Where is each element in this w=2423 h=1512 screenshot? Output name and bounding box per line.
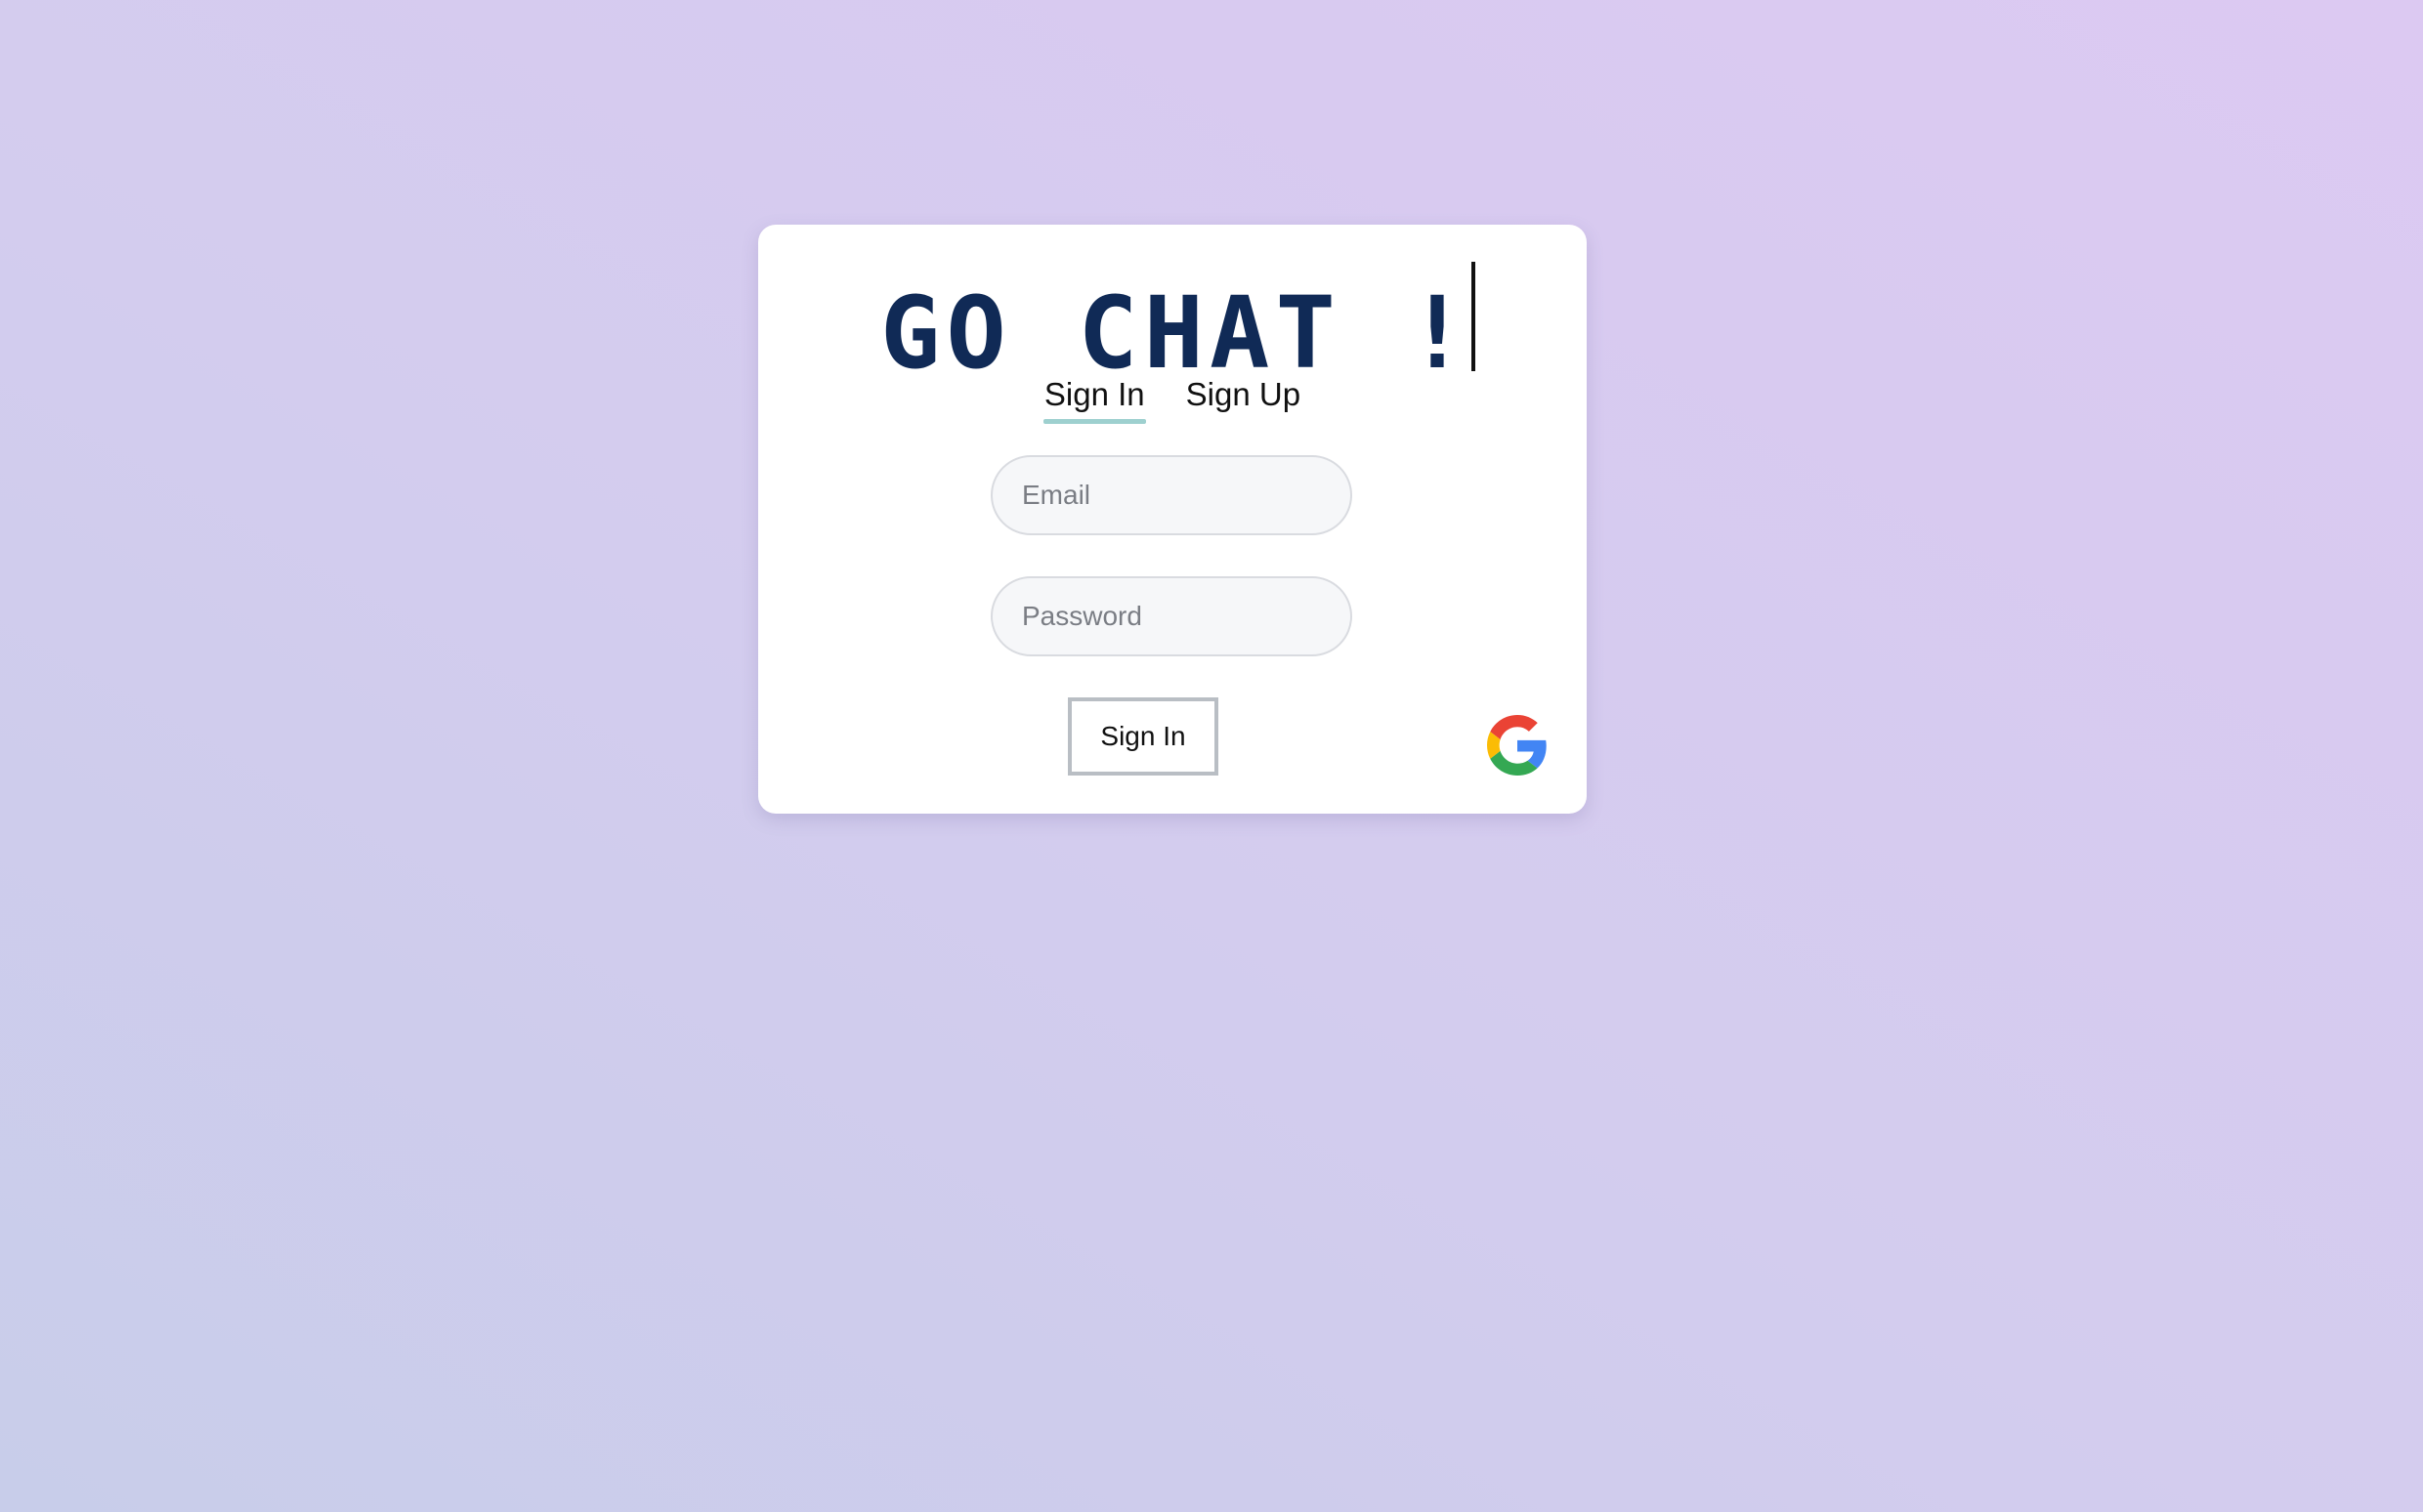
- title-row: GO CHAT !: [758, 262, 1587, 384]
- app-title: GO CHAT !: [880, 275, 1473, 392]
- tab-sign-in[interactable]: Sign In: [1042, 371, 1146, 424]
- email-field[interactable]: [991, 455, 1352, 535]
- auth-tabs: Sign In Sign Up: [758, 371, 1587, 424]
- sign-in-button[interactable]: Sign In: [1068, 697, 1218, 776]
- password-field[interactable]: [991, 576, 1352, 656]
- auth-card: GO CHAT ! Sign In Sign Up Sign In: [758, 225, 1587, 814]
- tab-sign-up[interactable]: Sign Up: [1185, 371, 1301, 420]
- google-icon[interactable]: [1487, 715, 1548, 776]
- typing-caret: [1471, 262, 1475, 371]
